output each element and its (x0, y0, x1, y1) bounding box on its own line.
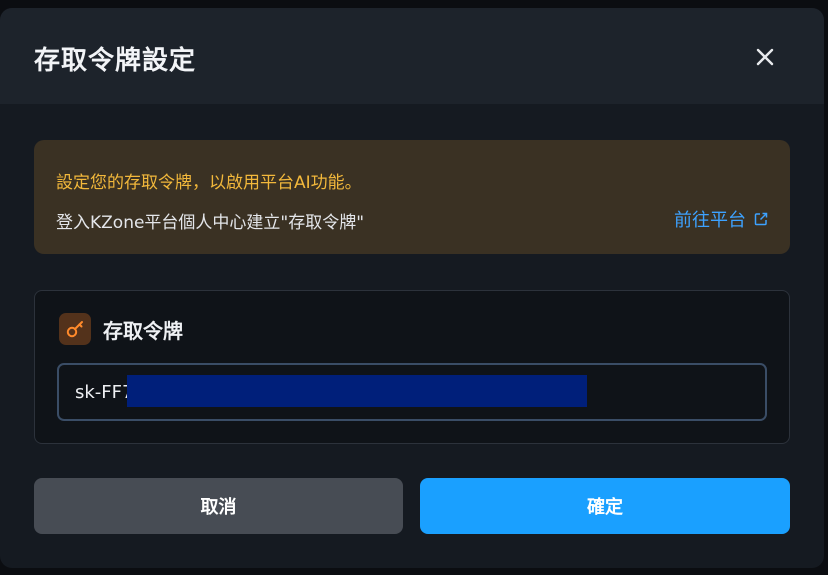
token-input-wrapper (57, 363, 767, 421)
external-link-icon (754, 212, 768, 226)
key-icon (66, 321, 83, 338)
cancel-button[interactable]: 取消 (34, 478, 403, 534)
token-label: 存取令牌 (103, 318, 183, 343)
token-settings-dialog: 存取令牌設定 設定您的存取令牌，以啟用平台AI功能。 登入KZone平台個人中心… (0, 8, 824, 568)
close-button[interactable] (752, 44, 778, 70)
go-to-platform-label: 前往平台 (674, 210, 746, 231)
dialog-title: 存取令牌設定 (34, 46, 197, 76)
confirm-button[interactable]: 確定 (420, 478, 790, 534)
redaction-overlay (127, 375, 587, 407)
go-to-platform-link[interactable]: 前往平台 (674, 206, 768, 232)
token-header: 存取令牌 (59, 313, 183, 345)
token-card: 存取令牌 (34, 290, 790, 444)
notice-text-primary: 設定您的存取令牌，以啟用平台AI功能。 (56, 173, 362, 193)
dialog-header: 存取令牌設定 (0, 8, 824, 104)
close-icon (756, 48, 774, 66)
key-badge (59, 313, 91, 345)
notice-text-secondary: 登入KZone平台個人中心建立"存取令牌" (56, 213, 365, 233)
info-notice: 設定您的存取令牌，以啟用平台AI功能。 登入KZone平台個人中心建立"存取令牌… (34, 140, 790, 254)
